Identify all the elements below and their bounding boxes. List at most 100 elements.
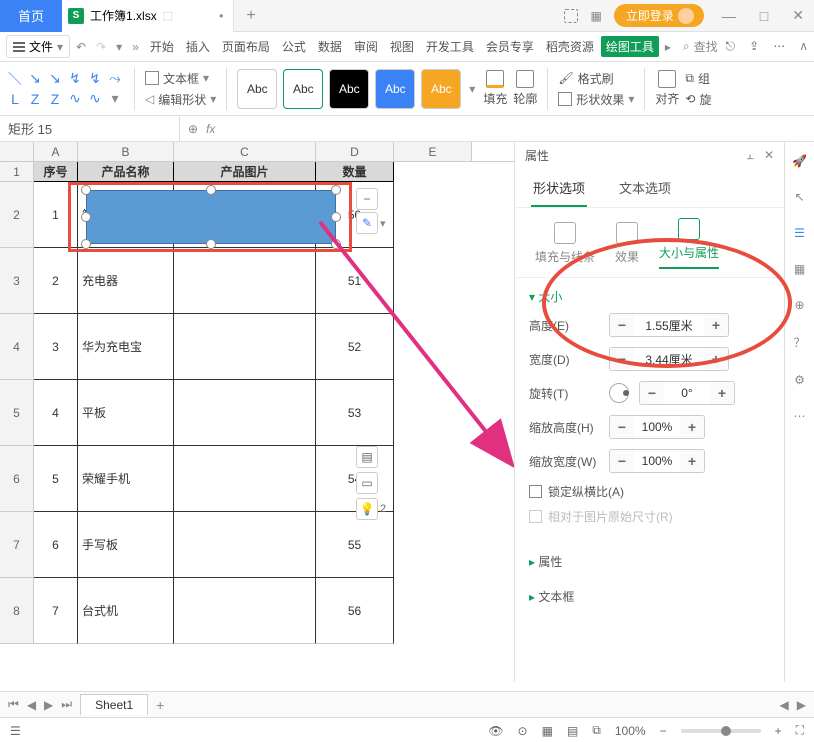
sheet-nav-next[interactable]: ▶ xyxy=(44,698,53,712)
line-icon[interactable]: ↘ xyxy=(46,70,64,88)
increment-button[interactable]: + xyxy=(704,314,728,336)
cell[interactable]: 56 xyxy=(316,578,394,644)
cell[interactable] xyxy=(174,446,316,512)
col-header[interactable]: E xyxy=(394,142,472,161)
rail-cursor-icon[interactable]: ↖ xyxy=(794,190,804,204)
cloud-sync-icon[interactable]: ⎋ xyxy=(726,39,736,54)
shape-effect-button[interactable]: 形状效果▾ xyxy=(558,91,634,108)
row-header[interactable]: 1 xyxy=(0,162,34,182)
format-painter-button[interactable]: 🖌格式刷 xyxy=(558,70,634,87)
style-more[interactable]: ▾ xyxy=(467,82,477,96)
cell[interactable]: 4 xyxy=(34,380,78,446)
rail-settings-icon[interactable]: ☰ xyxy=(794,226,805,240)
rail-info-icon[interactable]: ？ xyxy=(793,334,805,351)
resize-handle[interactable] xyxy=(206,185,216,195)
style-4[interactable]: Abc xyxy=(375,69,415,109)
section-size[interactable]: 大小 xyxy=(529,288,770,305)
header-cell[interactable]: 产品名称 xyxy=(78,162,174,182)
cell[interactable]: 55 xyxy=(316,512,394,578)
view-focus-icon[interactable]: ⊙ xyxy=(518,724,528,738)
menu-layout[interactable]: 页面布局 xyxy=(217,36,275,57)
scale-w-value[interactable]: 100% xyxy=(634,450,680,472)
view-eye-icon[interactable]: 👁 xyxy=(488,724,503,738)
header-cell[interactable]: 产品图片 xyxy=(174,162,316,182)
apps-icon[interactable]: ▦ xyxy=(590,9,601,23)
float-edit-button[interactable]: ✎ xyxy=(356,212,378,234)
menu-view[interactable]: 视图 xyxy=(385,36,419,57)
style-1[interactable]: Abc xyxy=(237,69,277,109)
section-textbox[interactable]: 文本框 xyxy=(529,588,770,605)
cell[interactable] xyxy=(174,578,316,644)
close-panel-icon[interactable]: ✕ xyxy=(764,148,774,163)
row-header[interactable]: 6 xyxy=(0,446,34,512)
group-button[interactable]: ⧉组 xyxy=(685,70,711,87)
zoom-icon[interactable]: ⊕ xyxy=(188,122,198,136)
status-menu-icon[interactable]: ☰ xyxy=(10,724,21,738)
menu-devtools[interactable]: 开发工具 xyxy=(421,36,479,57)
rotate-value[interactable]: 0° xyxy=(664,382,710,404)
document-tab[interactable]: S 工作簿1.xlsx ⬚ • xyxy=(62,0,234,32)
cell[interactable]: 台式机 xyxy=(78,578,174,644)
col-header[interactable]: B xyxy=(78,142,174,161)
cell[interactable]: 1 xyxy=(34,182,78,248)
cell[interactable]: 5 xyxy=(34,446,78,512)
name-box[interactable]: 矩形 15 xyxy=(0,116,180,142)
menu-data[interactable]: 数据 xyxy=(313,36,347,57)
resize-handle[interactable] xyxy=(81,185,91,195)
float-zoomout-button[interactable]: − xyxy=(356,188,378,210)
layout-icon-1[interactable] xyxy=(564,9,578,23)
row-header[interactable]: 7 xyxy=(0,512,34,578)
height-value[interactable]: 1.55厘米 xyxy=(634,314,704,336)
cell[interactable]: 6 xyxy=(34,512,78,578)
shape-style-gallery[interactable]: Abc Abc Abc Abc Abc xyxy=(237,69,461,109)
resize-handle[interactable] xyxy=(331,185,341,195)
hscroll-right[interactable]: ▶ xyxy=(797,698,806,712)
cells[interactable]: 序号 产品名称 产品图片 数量 1笔记本50 2充电器51 3华为充电宝52 4… xyxy=(34,162,394,644)
zoom-in-button[interactable]: + xyxy=(775,724,782,738)
zoom-slider[interactable] xyxy=(681,729,761,733)
cell[interactable] xyxy=(174,380,316,446)
cell[interactable]: 2 xyxy=(34,248,78,314)
view-break-icon[interactable]: ⧉ xyxy=(592,723,601,738)
increment-button[interactable]: + xyxy=(680,450,704,472)
zoom-value[interactable]: 100% xyxy=(615,724,646,738)
cell[interactable]: 手写板 xyxy=(78,512,174,578)
rail-layers-icon[interactable]: ▦ xyxy=(794,262,805,276)
increment-button[interactable]: + xyxy=(680,416,704,438)
gallery-more[interactable]: ▾ xyxy=(106,90,124,108)
resize-handle[interactable] xyxy=(331,239,341,249)
close-window-button[interactable]: ✕ xyxy=(786,7,810,24)
cell[interactable]: 充电器 xyxy=(78,248,174,314)
menu-member[interactable]: 会员专享 xyxy=(481,36,539,57)
line-icon[interactable]: Z xyxy=(46,90,64,108)
style-2[interactable]: Abc xyxy=(283,69,323,109)
height-spinner[interactable]: −1.55厘米+ xyxy=(609,313,729,337)
textbox-button[interactable]: 文本框▾ xyxy=(145,70,216,87)
add-sheet-button[interactable]: + xyxy=(156,697,164,713)
row-header[interactable]: 8 xyxy=(0,578,34,644)
file-menu[interactable]: 文件 ▾ xyxy=(6,35,70,58)
fullscreen-icon[interactable]: ⛶ xyxy=(796,723,804,738)
width-value[interactable]: 3.44厘米 xyxy=(634,348,704,370)
sheet-nav-prev[interactable]: ◀ xyxy=(27,698,36,712)
cell[interactable] xyxy=(174,314,316,380)
style-5[interactable]: Abc xyxy=(421,69,461,109)
menu-insert[interactable]: 插入 xyxy=(181,36,215,57)
header-cell[interactable]: 序号 xyxy=(34,162,78,182)
outline-button[interactable]: 轮廓 xyxy=(513,70,537,107)
float-stack-button[interactable]: ▤ xyxy=(356,446,378,468)
menu-start[interactable]: 开始 xyxy=(145,36,179,57)
cell[interactable]: 51 xyxy=(316,248,394,314)
more-icon[interactable]: ⋯ xyxy=(773,39,785,54)
resize-handle[interactable] xyxy=(81,212,91,222)
menu-resource[interactable]: 稻壳资源 xyxy=(541,36,599,57)
dropdown-icon[interactable]: ▾ xyxy=(112,40,126,54)
line-icon[interactable]: L xyxy=(6,90,24,108)
hscroll-left[interactable]: ◀ xyxy=(780,698,789,712)
login-button[interactable]: 立即登录 xyxy=(614,4,704,27)
edit-shape-button[interactable]: ◁编辑形状▾ xyxy=(145,91,216,108)
scale-h-value[interactable]: 100% xyxy=(634,416,680,438)
subtab-effect[interactable]: 效果 xyxy=(615,222,639,265)
pin-icon[interactable]: ⫠ xyxy=(747,148,754,163)
col-header[interactable]: A xyxy=(34,142,78,161)
